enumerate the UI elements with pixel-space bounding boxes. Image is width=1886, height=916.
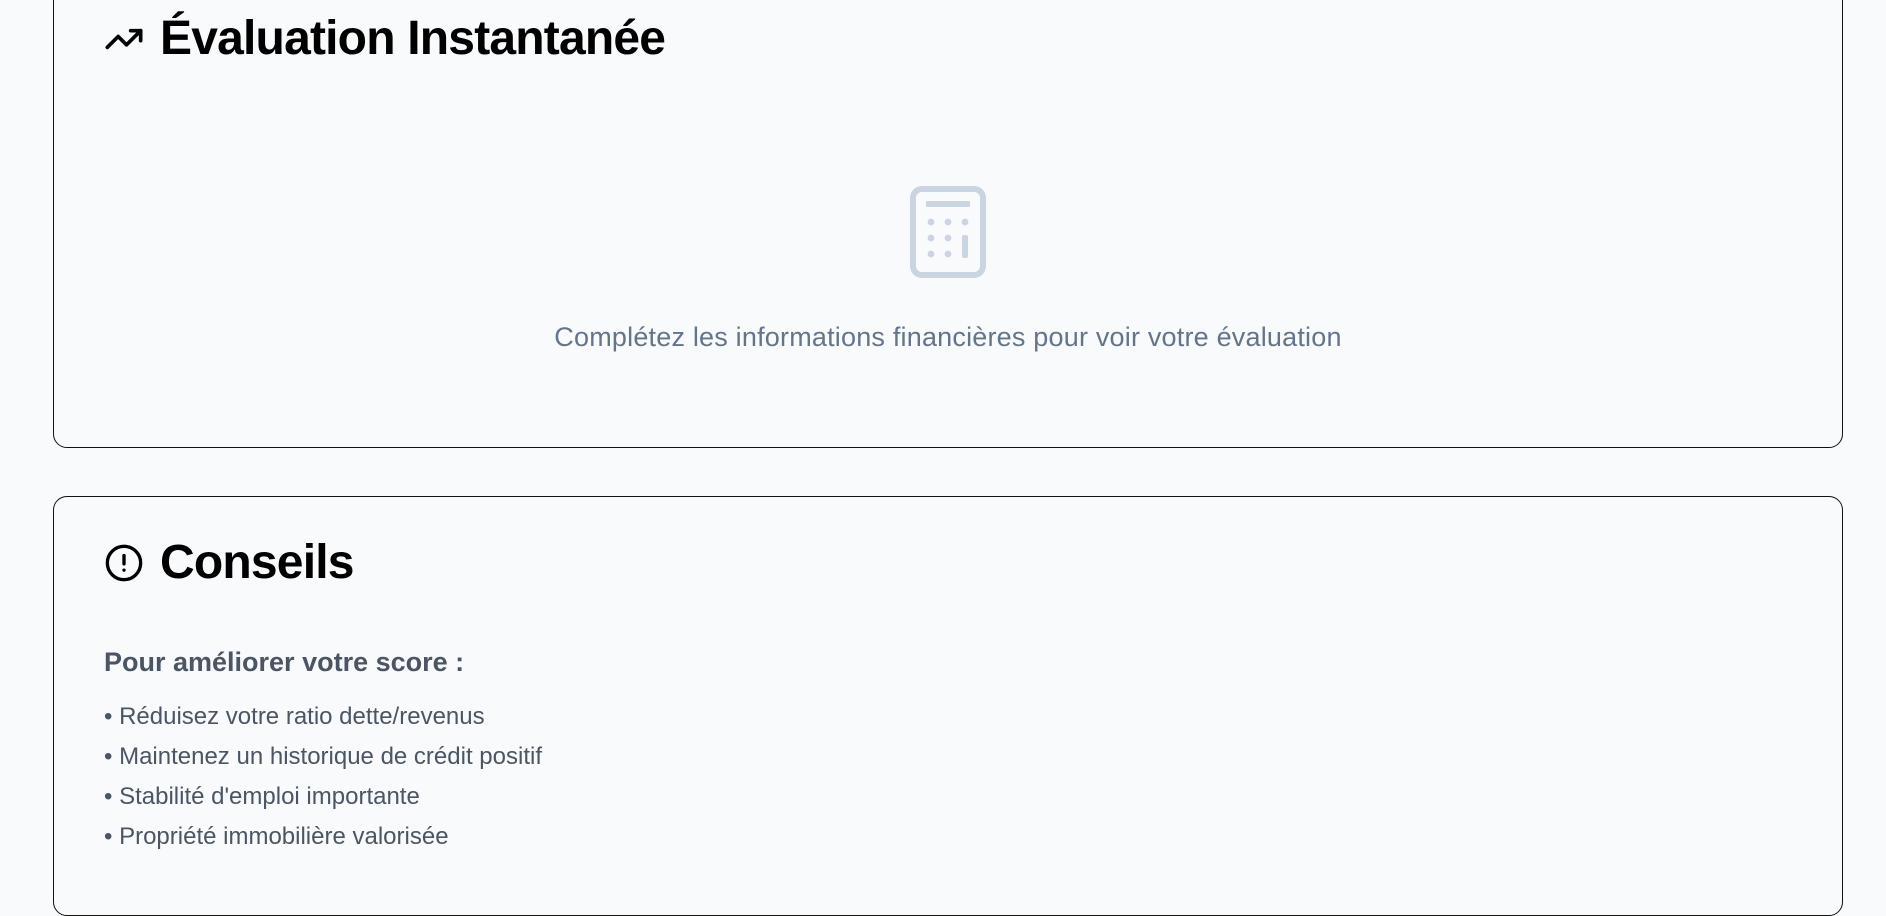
tip-item: Stabilité d'emploi importante: [104, 777, 542, 817]
alert-circle-icon: [104, 543, 144, 583]
calculator-icon: [909, 185, 987, 284]
tips-subtitle: Pour améliorer votre score :: [104, 647, 465, 677]
evaluation-empty-state: Complétez les informations financières p…: [54, 185, 1842, 353]
conseils-card: Conseils Pour améliorer votre score : Ré…: [53, 496, 1843, 916]
evaluation-title: Évaluation Instantanée: [160, 12, 666, 65]
tip-item: Maintenez un historique de crédit positi…: [104, 737, 542, 777]
tip-item: Réduisez votre ratio dette/revenus: [104, 697, 542, 737]
evaluation-card: Évaluation Instantanée Complétez les inf…: [53, 0, 1843, 448]
conseils-title: Conseils: [160, 536, 354, 589]
evaluation-header: Évaluation Instantanée: [104, 12, 666, 65]
trending-up-icon: [104, 19, 144, 59]
tips-list: Réduisez votre ratio dette/revenus Maint…: [104, 697, 542, 857]
conseils-header: Conseils: [104, 539, 354, 587]
tip-item: Propriété immobilière valorisée: [104, 817, 542, 857]
evaluation-empty-message: Complétez les informations financières p…: [554, 322, 1342, 352]
